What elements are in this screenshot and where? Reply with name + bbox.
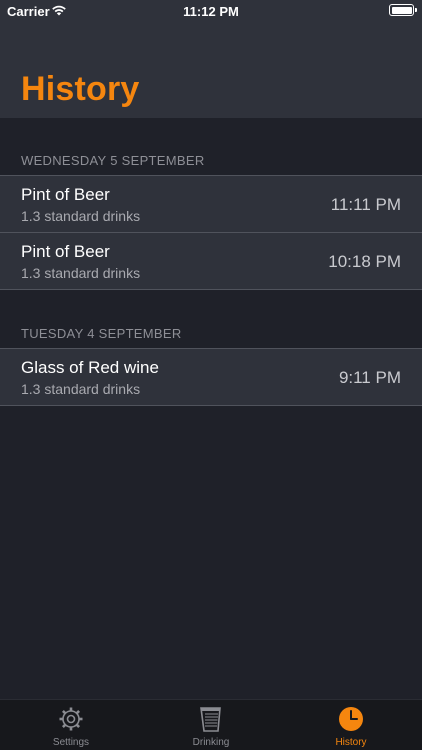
drink-name: Glass of Red wine [21, 358, 159, 377]
tab-bar: Settings Drinking History [0, 699, 422, 750]
section-header-date: TUESDAY 4 SEPTEMBER [21, 326, 182, 341]
drink-name: Pint of Beer [21, 185, 110, 204]
page-title: History [21, 70, 140, 108]
tab-history[interactable]: History [281, 700, 421, 750]
drink-time: 10:18 PM [328, 252, 401, 271]
tab-label: History [335, 737, 367, 748]
battery-icon [389, 4, 417, 16]
drink-name: Pint of Beer [21, 242, 110, 261]
drink-standard-drinks: 1.3 standard drinks [21, 208, 141, 224]
drink-time: 11:11 PM [330, 195, 401, 214]
history-row[interactable]: Glass of Red wine 1.3 standard drinks 9:… [0, 348, 422, 406]
drink-standard-drinks: 1.3 standard drinks [21, 381, 141, 397]
drink-standard-drinks: 1.3 standard drinks [21, 265, 141, 281]
history-row[interactable]: Pint of Beer 1.3 standard drinks 10:18 P… [0, 232, 422, 290]
gear-icon [59, 707, 83, 731]
section-header-date: WEDNESDAY 5 SEPTEMBER [21, 153, 205, 168]
history-row[interactable]: Pint of Beer 1.3 standard drinks 11:11 P… [0, 175, 422, 233]
tab-settings[interactable]: Settings [1, 700, 141, 750]
tab-label: Settings [52, 737, 90, 748]
navigation-header: Carrier 11:12 PM History [0, 0, 422, 118]
tab-drinking[interactable]: Drinking [141, 700, 281, 750]
status-bar: Carrier 11:12 PM [0, 0, 422, 24]
glass-icon [200, 707, 221, 732]
status-time: 11:12 PM [183, 4, 239, 19]
clock-icon [339, 707, 363, 731]
drink-time: 9:11 PM [338, 368, 401, 387]
tab-label: Drinking [192, 737, 230, 748]
history-screen: Carrier 11:12 PM History WEDNESDAY 5 SEP… [0, 0, 422, 750]
